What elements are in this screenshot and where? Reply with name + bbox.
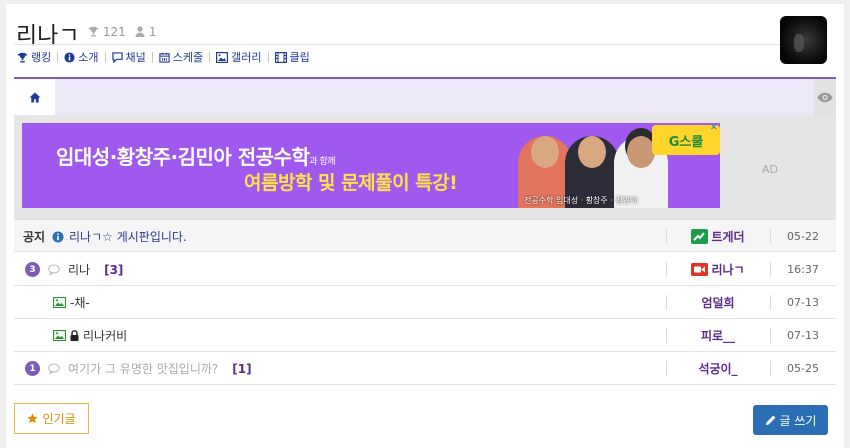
post-title: 리나커비 xyxy=(83,329,128,343)
calendar-icon xyxy=(159,52,170,63)
post-title-cell[interactable]: -채- xyxy=(53,286,90,319)
trophy-icon xyxy=(88,26,99,37)
eye-icon xyxy=(817,92,833,102)
comment-count: [3] xyxy=(104,262,124,277)
user-stat: 1 xyxy=(135,25,156,39)
table-row[interactable]: 리나커비 피로__ 07-13 xyxy=(14,319,836,352)
post-title: 여기가 그 유명한 맛집입니까? xyxy=(68,362,219,376)
home-icon xyxy=(29,92,40,102)
ad-subheadline: 여름방학 및 문제풀이 특강! xyxy=(244,172,458,194)
author-name: 엄덜희 xyxy=(701,296,735,310)
comment-count: [1] xyxy=(232,361,252,376)
comment-icon xyxy=(48,363,60,374)
author-name: 피로__ xyxy=(700,329,736,343)
ad-banner[interactable]: 임대성·황창주·김민아 전공수학과 함께 여름방학 및 문제풀이 특강! 전공수… xyxy=(22,123,720,208)
post-date: 07-13 xyxy=(787,296,819,309)
nav-label: 클립 xyxy=(289,51,310,64)
view-toggle-button[interactable] xyxy=(814,79,836,115)
post-title-cell[interactable]: 3 리나 [3] xyxy=(25,253,123,286)
trophy-icon xyxy=(17,52,28,63)
tab-home[interactable] xyxy=(14,79,55,115)
nav-label: 채널 xyxy=(125,51,146,64)
post-author[interactable]: 엄덜희 xyxy=(666,286,770,319)
nav-label: 랭킹 xyxy=(31,51,52,64)
nav-channel[interactable]: 채널 xyxy=(109,49,149,65)
author-name: 트게더 xyxy=(711,230,745,244)
post-date: 07-13 xyxy=(787,329,819,342)
nav-separator xyxy=(151,51,153,63)
trophy-stat: 121 xyxy=(88,25,126,39)
image-icon xyxy=(53,297,66,308)
post-author[interactable]: 리나ㄱ xyxy=(666,253,770,286)
notice-tag: 공지 xyxy=(23,230,46,244)
info-icon xyxy=(64,51,75,63)
table-row[interactable]: -채- 엄덜희 07-13 xyxy=(14,286,836,319)
reply-count-badge: 3 xyxy=(25,262,40,277)
notice-row[interactable]: 공지 리나ㄱ☆ 게시판입니다. 트게더 05-22 xyxy=(14,219,836,252)
notice-title: 리나ㄱ☆ 게시판입니다. xyxy=(69,230,187,244)
nav-separator xyxy=(209,51,211,63)
image-icon xyxy=(216,51,229,63)
post-author[interactable]: 석궁이_ xyxy=(666,352,770,385)
post-title: 리나 xyxy=(68,263,91,277)
chat-icon xyxy=(111,51,123,63)
post-title-cell[interactable]: 1 여기가 그 유명한 맛집입니까? [1] xyxy=(25,352,252,385)
channel-nav: 랭킹 소개 채널 스케줄 갤러리 클립 xyxy=(14,45,313,69)
image-icon xyxy=(53,330,66,341)
post-date: 05-25 xyxy=(787,362,819,375)
video-camera-icon xyxy=(691,263,709,276)
nav-separator xyxy=(57,51,59,63)
ad-headline-text: 임대성·황창주·김민아 전공수학 xyxy=(56,145,310,169)
ad-caption: 전공수학 임대성 · 황창주 · 김민아 xyxy=(524,196,638,205)
post-author[interactable]: 피로__ xyxy=(666,319,770,352)
post-title: -채- xyxy=(70,296,90,310)
star-icon xyxy=(27,413,38,424)
post-title-cell[interactable]: 리나커비 xyxy=(53,319,127,352)
board-tabbar xyxy=(14,79,836,115)
ad-headline: 임대성·황창주·김민아 전공수학과 함께 xyxy=(56,141,336,170)
nav-label: 소개 xyxy=(78,51,99,64)
reply-count-badge: 1 xyxy=(25,361,40,376)
nav-intro[interactable]: 소개 xyxy=(61,49,101,65)
nav-separator xyxy=(267,51,269,63)
tgd-logo-icon xyxy=(691,229,709,244)
nav-gallery[interactable]: 갤러리 xyxy=(213,49,264,65)
ad-headline-small: 과 함께 xyxy=(309,157,336,167)
nav-schedule[interactable]: 스케줄 xyxy=(156,49,206,65)
comment-icon xyxy=(48,264,60,275)
table-row[interactable]: 3 리나 [3] 리나ㄱ 16:37 xyxy=(14,253,836,286)
write-post-label: 글 쓰기 xyxy=(779,413,817,428)
pencil-icon xyxy=(765,415,775,425)
post-date: 05-22 xyxy=(787,230,819,243)
ad-close-icon[interactable]: ✕ xyxy=(710,123,720,133)
notice-link[interactable]: 리나ㄱ☆ 게시판입니다. xyxy=(52,220,187,253)
board-page: 리나ㄱ 121 1 랭킹 소개 채널 스케줄 갤러리 클립 임대성·황창주·김민… xyxy=(6,4,844,448)
author-name: 리나ㄱ xyxy=(711,263,745,277)
nav-label: 갤러리 xyxy=(231,51,262,64)
lock-icon xyxy=(70,330,79,341)
film-icon xyxy=(274,51,287,63)
post-author[interactable]: 트게더 xyxy=(666,220,770,253)
user-icon xyxy=(135,26,145,37)
popular-posts-label: 인기글 xyxy=(42,412,76,426)
info-icon xyxy=(52,231,64,242)
table-row[interactable]: 1 여기가 그 유명한 맛집입니까? [1] 석궁이_ 05-25 xyxy=(14,352,836,385)
nav-label: 스케줄 xyxy=(172,51,204,64)
ad-area: 임대성·황창주·김민아 전공수학과 함께 여름방학 및 문제풀이 특강! 전공수… xyxy=(14,115,836,219)
post-date: 16:37 xyxy=(787,263,819,276)
nav-separator xyxy=(104,51,106,63)
popular-posts-button[interactable]: 인기글 xyxy=(14,403,89,434)
nav-ranking[interactable]: 랭킹 xyxy=(14,49,54,65)
ad-label: AD xyxy=(762,163,778,176)
trophy-count: 121 xyxy=(102,25,126,39)
nav-clip[interactable]: 클립 xyxy=(272,49,313,65)
avatar[interactable] xyxy=(780,16,827,64)
author-name: 석궁이_ xyxy=(698,362,738,376)
user-count: 1 xyxy=(148,25,157,39)
write-post-button[interactable]: 글 쓰기 xyxy=(753,405,828,435)
